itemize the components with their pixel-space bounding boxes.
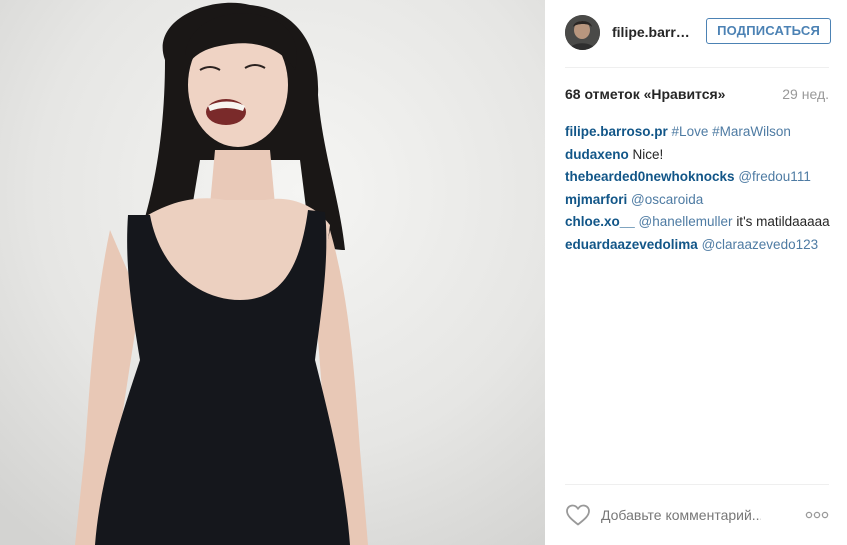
comment-text: Nice! xyxy=(632,146,664,162)
comment-mention-link[interactable]: #Love xyxy=(672,124,709,139)
comment-mention-link[interactable]: @fredou111 xyxy=(738,169,811,184)
more-dots-icon[interactable] xyxy=(805,507,829,523)
comment-author-link[interactable]: mjmarfori xyxy=(565,192,627,207)
post-side-panel: filipe.barro… ПОДПИСАТЬСЯ 68 отметок «Нр… xyxy=(545,0,847,545)
comment-text: it's matildaaaaa xyxy=(736,214,830,229)
comment-item: thebearded0newhoknocks @fredou111 xyxy=(565,166,831,189)
username-link[interactable]: filipe.barro… xyxy=(612,24,694,40)
comment-author-link[interactable]: eduardaazevedolima xyxy=(565,237,698,252)
comments-list: filipe.barroso.pr #Love #MaraWilson dudax… xyxy=(565,121,831,256)
divider xyxy=(565,67,829,68)
comment-mention-link[interactable]: @hanellemuller xyxy=(639,214,733,229)
comment-item: eduardaazevedolima @claraazevedo123 xyxy=(565,234,831,257)
comment-item: filipe.barroso.pr #Love #MaraWilson xyxy=(565,121,831,144)
likes-count[interactable]: 68 отметок «Нравится» xyxy=(565,86,725,102)
avatar[interactable] xyxy=(565,14,600,50)
likes-row: 68 отметок «Нравится» 29 нед. xyxy=(565,86,829,102)
avatar-image xyxy=(565,14,600,50)
comment-author-link[interactable]: dudaxeno xyxy=(565,147,629,162)
comment-author-link[interactable]: thebearded0newhoknocks xyxy=(565,169,735,184)
comment-mention-link[interactable]: #MaraWilson xyxy=(712,124,791,139)
post-footer xyxy=(565,500,831,530)
comment-item: dudaxeno Nice! xyxy=(565,144,831,167)
comment-mention-link[interactable]: @oscaroida xyxy=(631,192,703,207)
post-photo[interactable] xyxy=(0,0,545,545)
post-time[interactable]: 29 нед. xyxy=(782,86,829,102)
comment-mention-link[interactable]: @claraazevedo123 xyxy=(702,237,819,252)
comment-author-link[interactable]: filipe.barroso.pr xyxy=(565,124,668,139)
comment-item: mjmarfori @oscaroida xyxy=(565,189,831,212)
comment-author-link[interactable]: chloe.xo__ xyxy=(565,214,635,229)
heart-outline-icon[interactable] xyxy=(565,503,591,527)
comment-input[interactable] xyxy=(601,507,761,523)
follow-button[interactable]: ПОДПИСАТЬСЯ xyxy=(706,18,831,44)
divider xyxy=(565,484,829,485)
comment-item: chloe.xo__ @hanellemuller it's matildaaa… xyxy=(565,211,831,234)
post-header: filipe.barro… ПОДПИСАТЬСЯ xyxy=(565,13,831,51)
photo-image xyxy=(0,0,545,545)
